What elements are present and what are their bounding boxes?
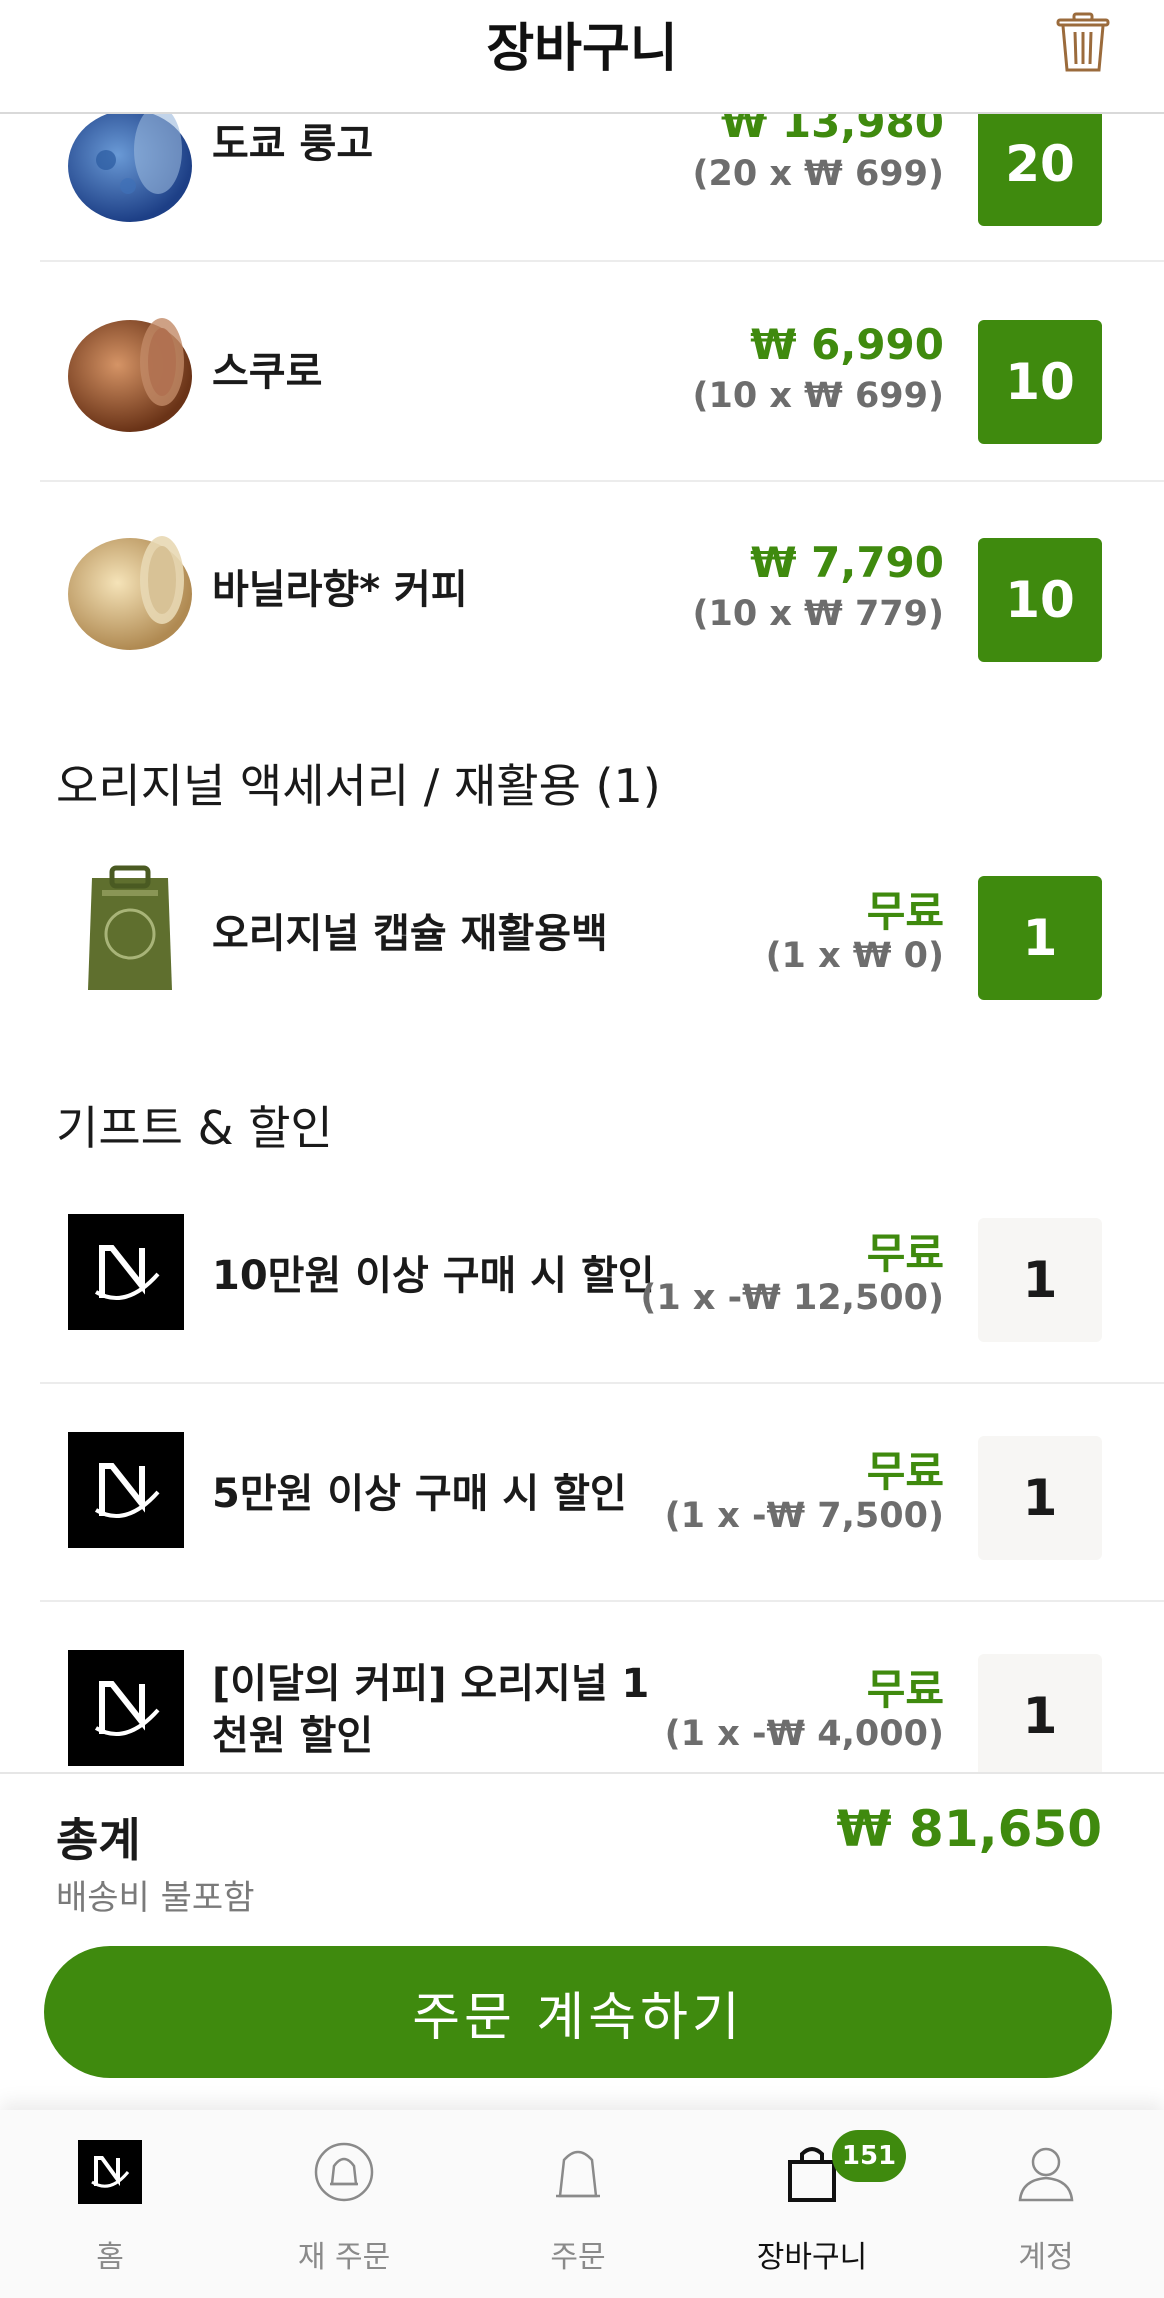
section-title-gifts: 기프트 & 할인: [56, 1101, 333, 1155]
item-name: 오리지널 캡슐 재활용백: [212, 911, 608, 957]
cart-item: [이달의 커피] 오리지널 1 천원 할인 무료 (1 x -₩ 4,000) …: [40, 1600, 1164, 1772]
quantity-button[interactable]: 1: [978, 876, 1102, 1000]
cart-list: 도쿄 룽고 ₩ 13,980 (20 x ₩ 699) 20 스쿠로 ₩ 6,9…: [0, 112, 1164, 1772]
quantity-button[interactable]: 20: [978, 112, 1102, 226]
quantity-value: 1: [978, 1218, 1102, 1342]
cart-item: 5만원 이상 구매 시 할인 무료 (1 x -₩ 7,500) 1: [40, 1382, 1164, 1602]
item-name: 5만원 이상 구매 시 할인: [212, 1471, 627, 1517]
capsule-image-brown: [68, 318, 192, 432]
cart-count-badge: 151: [832, 2130, 906, 2182]
item-price: ₩ 6,990: [750, 320, 944, 369]
item-price: 무료: [866, 1447, 944, 1496]
item-unit-price: (10 x ₩ 699): [692, 376, 945, 416]
item-name: [이달의 커피] 오리지널 1 천원 할인: [212, 1661, 650, 1759]
item-unit-price: (1 x -₩ 7,500): [664, 1496, 944, 1536]
tab-label: 재 주문: [297, 2240, 391, 2275]
nespresso-logo-icon: [68, 1650, 184, 1766]
nespresso-logo-icon: [68, 1432, 184, 1548]
item-unit-price: (1 x ₩ 0): [765, 936, 944, 976]
item-price: 무료: [866, 1665, 944, 1714]
item-unit-price: (1 x -₩ 4,000): [664, 1714, 944, 1754]
page-title: 장바구니: [486, 19, 678, 79]
total-amount: ₩ 81,650: [836, 1800, 1102, 1858]
bell-reorder-icon: [314, 2142, 374, 2202]
tab-order[interactable]: 주문: [478, 2136, 678, 2286]
cart-item: 도쿄 룽고 ₩ 13,980 (20 x ₩ 699) 20: [40, 112, 1164, 262]
item-unit-price: (20 x ₩ 699): [692, 154, 945, 194]
tab-label: 장바구니: [756, 2240, 868, 2275]
recycling-bag-image: [88, 865, 172, 990]
quantity-value: 1: [978, 1654, 1102, 1772]
capsule-image-blue: [68, 112, 192, 222]
cart-item: 바닐라향* 커피 ₩ 7,790 (10 x ₩ 779) 10: [40, 480, 1164, 698]
nespresso-logo-icon: [78, 2140, 142, 2204]
capsule-image-beige: [68, 536, 192, 650]
item-price: ₩ 7,790: [750, 538, 944, 587]
cart-item: 오리지널 캡슐 재활용백 무료 (1 x ₩ 0) 1: [40, 822, 1164, 1040]
tab-label: 주문: [550, 2240, 606, 2275]
item-name: 10만원 이상 구매 시 할인: [212, 1253, 655, 1299]
order-summary: 총계 배송비 불포함 ₩ 81,650 주문 계속하기: [0, 1772, 1164, 2112]
shipping-note: 배송비 불포함: [56, 1878, 255, 1918]
item-unit-price: (10 x ₩ 779): [692, 594, 945, 634]
tab-home[interactable]: 홈: [10, 2136, 210, 2286]
cart-item: 10만원 이상 구매 시 할인 무료 (1 x -₩ 12,500) 1: [40, 1164, 1164, 1384]
nespresso-logo-icon: [68, 1214, 184, 1330]
header: 장바구니: [0, 0, 1164, 114]
quantity-value: 1: [978, 1436, 1102, 1560]
bottom-tab-bar: 홈 재 주문 주문 151 장바구니 계정: [0, 2110, 1164, 2298]
tab-label: 홈: [96, 2240, 124, 2275]
section-title-accessories: 오리지널 액세서리 / 재활용 (1): [56, 759, 661, 813]
bell-order-icon: [556, 2150, 600, 2198]
continue-order-button[interactable]: 주문 계속하기: [44, 1946, 1112, 2078]
person-icon: [1018, 2147, 1074, 2202]
item-price: ₩ 13,980: [720, 112, 944, 147]
item-price: 무료: [866, 1229, 944, 1278]
tab-account[interactable]: 계정: [946, 2136, 1146, 2286]
tab-reorder[interactable]: 재 주문: [244, 2136, 444, 2286]
item-price: 무료: [866, 887, 944, 936]
quantity-button[interactable]: 10: [978, 320, 1102, 444]
item-name: 스쿠로: [212, 349, 323, 395]
item-name: 도쿄 룽고: [212, 121, 374, 167]
item-name: 바닐라향* 커피: [212, 567, 468, 613]
cart-item: 스쿠로 ₩ 6,990 (10 x ₩ 699) 10: [40, 262, 1164, 482]
total-label: 총계: [56, 1813, 141, 1867]
tab-cart[interactable]: 151 장바구니: [712, 2130, 912, 2286]
item-unit-price: (1 x -₩ 12,500): [640, 1278, 944, 1318]
trash-icon[interactable]: [1054, 12, 1112, 74]
quantity-button[interactable]: 10: [978, 538, 1102, 662]
tab-label: 계정: [1018, 2240, 1074, 2275]
